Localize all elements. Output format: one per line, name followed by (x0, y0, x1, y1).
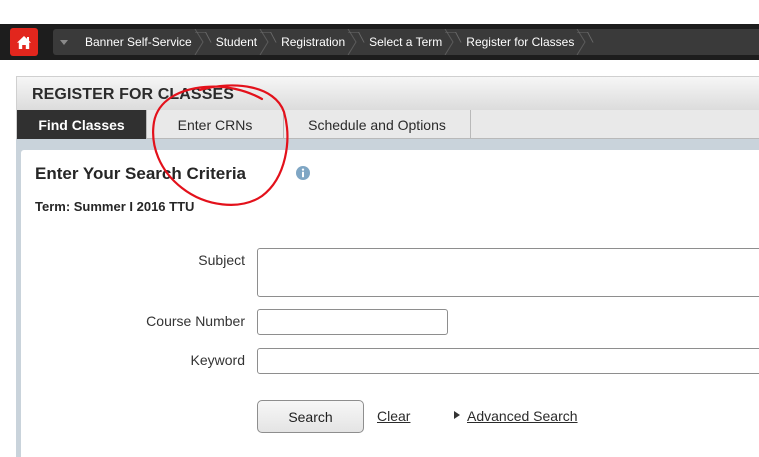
breadcrumb-label: Select a Term (369, 35, 443, 49)
course-number-label: Course Number (146, 313, 245, 329)
home-icon (17, 35, 31, 49)
breadcrumb-item-student[interactable]: Student (206, 29, 271, 55)
breadcrumb-separator-icon (259, 29, 269, 55)
tab-schedule-and-options[interactable]: Schedule and Options (284, 110, 471, 139)
breadcrumb-item-register-for-classes[interactable]: Register for Classes (456, 29, 588, 55)
tab-label: Enter CRNs (177, 116, 253, 133)
page-title: REGISTER FOR CLASSES (32, 86, 235, 103)
breadcrumb-label: Registration (281, 35, 346, 49)
home-button[interactable] (10, 28, 38, 56)
breadcrumb-label: Student (215, 35, 258, 49)
tab-bar: Find Classes Enter CRNs Schedule and Opt… (16, 110, 759, 146)
subject-label: Subject (198, 252, 245, 268)
caret-right-icon (454, 411, 460, 419)
info-icon[interactable] (296, 166, 310, 180)
term-label: Term: Summer I 2016 TTU (35, 199, 195, 214)
tab-find-classes[interactable]: Find Classes (17, 110, 147, 146)
subject-input[interactable] (257, 248, 759, 297)
chevron-down-icon (60, 39, 68, 45)
search-button[interactable]: Search (257, 400, 364, 433)
breadcrumb-item-registration[interactable]: Registration (271, 29, 359, 55)
advanced-search-link[interactable]: Advanced Search (467, 408, 578, 424)
tab-enter-crns[interactable]: Enter CRNs (147, 110, 284, 139)
clear-link[interactable]: Clear (377, 408, 410, 424)
course-number-input[interactable] (257, 309, 448, 335)
search-criteria-heading: Enter Your Search Criteria (35, 164, 247, 183)
breadcrumb-separator-icon (194, 29, 204, 55)
breadcrumb-item-select-a-term[interactable]: Select a Term (359, 29, 456, 55)
register-for-classes-page: Banner Self-Service Student Registration… (0, 0, 759, 457)
breadcrumb-label: Banner Self-Service (85, 35, 192, 49)
breadcrumb-label: Register for Classes (466, 35, 575, 49)
breadcrumb-item-banner-self-service[interactable]: Banner Self-Service (75, 29, 206, 55)
tab-label: Schedule and Options (308, 116, 446, 133)
page-header: REGISTER FOR CLASSES (16, 76, 759, 110)
breadcrumb-menu-toggle[interactable] (53, 39, 75, 45)
breadcrumb-separator-icon (444, 29, 454, 55)
breadcrumb-separator-icon (347, 29, 357, 55)
breadcrumb-separator-icon (576, 29, 586, 55)
keyword-input[interactable] (257, 348, 759, 374)
tab-label: Find Classes (38, 116, 125, 133)
breadcrumb: Banner Self-Service Student Registration… (53, 29, 759, 55)
keyword-label: Keyword (190, 352, 245, 368)
